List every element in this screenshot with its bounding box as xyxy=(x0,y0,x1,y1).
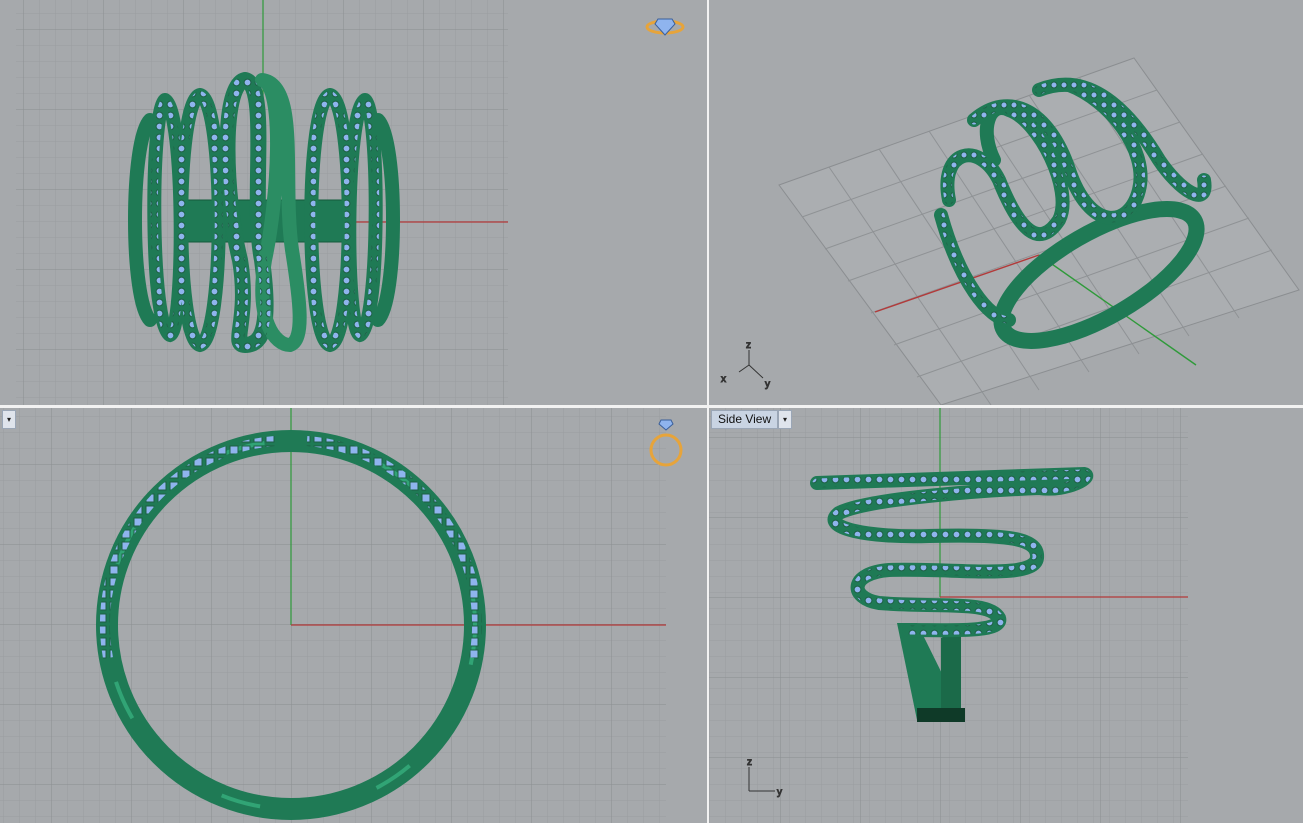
side-view-menu-arrow-icon[interactable]: ▾ xyxy=(778,410,792,429)
ring-front-model[interactable] xyxy=(128,72,400,354)
viewport-title-side[interactable]: Side View xyxy=(711,410,779,429)
axis-label-x: x xyxy=(721,374,726,385)
axis-triad: z x y xyxy=(721,340,771,391)
side-axis-label-z: z xyxy=(747,757,752,768)
viewport-splitter-vertical[interactable] xyxy=(707,0,709,823)
side-axis-label-y: y xyxy=(777,787,782,798)
viewport-menu-arrow-icon[interactable]: ▾ xyxy=(2,410,16,429)
axis-label-y: y xyxy=(765,379,770,390)
viewport-perspective[interactable]: z x y xyxy=(709,0,1303,405)
axis-label-z: z xyxy=(746,340,751,351)
ring-gem-gizmo-icon[interactable] xyxy=(645,18,685,36)
viewport-front[interactable] xyxy=(0,0,707,405)
viewport-top[interactable]: ▾ xyxy=(0,408,707,823)
viewport-splitter-horizontal[interactable] xyxy=(0,405,1303,408)
viewport-side[interactable]: z y Side View ▾ xyxy=(709,408,1303,823)
